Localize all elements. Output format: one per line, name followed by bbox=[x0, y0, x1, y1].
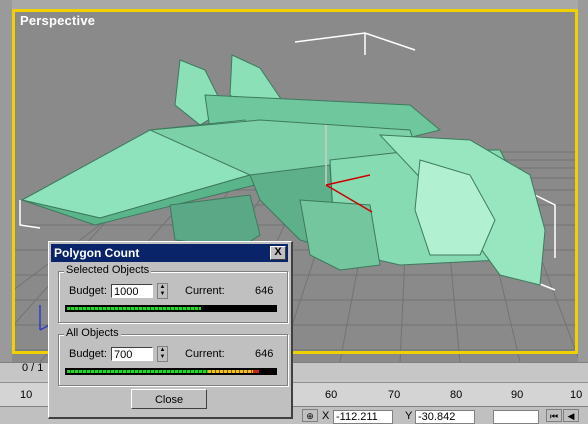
all-current-label: Current: bbox=[185, 348, 225, 360]
y-label: Y bbox=[405, 410, 413, 422]
all-progress-warning-fill bbox=[208, 370, 259, 373]
all-objects-label: All Objects bbox=[64, 327, 121, 339]
viewport-left-edge bbox=[0, 0, 12, 362]
all-progress-limit-marker bbox=[253, 370, 259, 373]
polygon-count-dialog: Polygon Count X Selected Objects Budget:… bbox=[48, 241, 293, 419]
tick-label: 60 bbox=[325, 389, 338, 401]
tick-label: 70 bbox=[388, 389, 401, 401]
tick-label: 10 bbox=[20, 389, 33, 401]
all-progress-bar bbox=[65, 368, 277, 375]
close-icon[interactable]: X bbox=[270, 246, 286, 260]
viewport-label[interactable]: Perspective bbox=[20, 13, 95, 28]
frame-counter: 0 / 1 bbox=[22, 362, 44, 374]
lock-selection-icon[interactable]: ⊕ bbox=[302, 409, 318, 422]
selected-objects-group: Selected Objects Budget: 1000 ▲ ▼ Current… bbox=[58, 264, 288, 323]
selected-progress-fill bbox=[67, 307, 201, 310]
tick-label: 90 bbox=[511, 389, 524, 401]
all-budget-label: Budget: bbox=[69, 348, 107, 360]
x-label: X bbox=[322, 410, 330, 422]
viewport-right-edge bbox=[578, 0, 588, 362]
tick-label: 80 bbox=[450, 389, 463, 401]
all-progress-fill bbox=[67, 370, 259, 373]
all-budget-spinner[interactable]: ▲ ▼ bbox=[157, 346, 168, 362]
selected-objects-label: Selected Objects bbox=[64, 264, 152, 276]
selected-current-value: 646 bbox=[255, 285, 274, 297]
tick-label: 10 bbox=[570, 389, 583, 401]
all-current-value: 646 bbox=[255, 348, 274, 360]
selected-budget-input[interactable]: 1000 bbox=[111, 284, 153, 298]
close-button[interactable]: Close bbox=[131, 389, 207, 409]
selected-current-label: Current: bbox=[185, 285, 225, 297]
selected-progress-bar bbox=[65, 305, 277, 312]
selected-budget-label: Budget: bbox=[69, 285, 107, 297]
selected-budget-spinner[interactable]: ▲ ▼ bbox=[157, 283, 168, 299]
viewport-top-edge bbox=[0, 0, 588, 9]
go-to-start-icon[interactable]: ⏮ bbox=[546, 409, 562, 422]
all-objects-group: All Objects Budget: 700 ▲ ▼ Current: 646 bbox=[58, 327, 288, 386]
dialog-title: Polygon Count bbox=[54, 246, 140, 260]
dialog-title-bar[interactable]: Polygon Count X bbox=[51, 244, 288, 262]
previous-frame-icon[interactable]: ◀ bbox=[563, 409, 579, 422]
all-budget-input[interactable]: 700 bbox=[111, 347, 153, 361]
